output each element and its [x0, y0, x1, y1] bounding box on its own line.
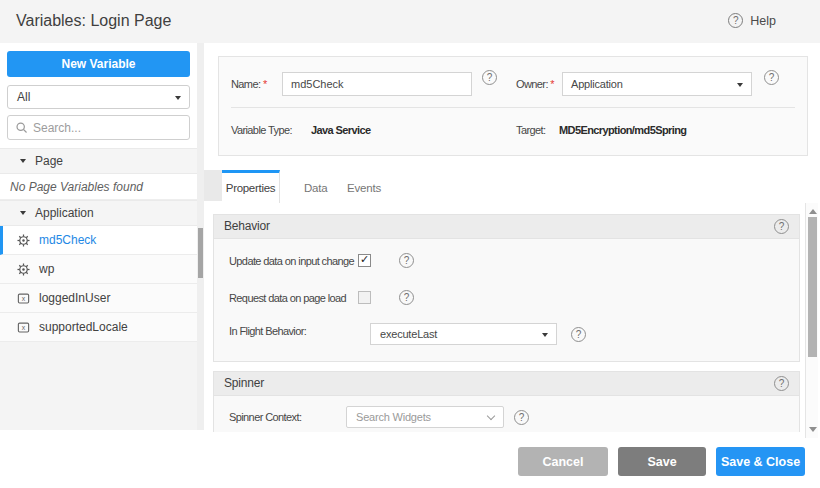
- scroll-up-icon[interactable]: [809, 209, 817, 214]
- inflight-behavior-label: In Flight Behavior:: [229, 325, 306, 337]
- request-data-help-icon[interactable]: [399, 290, 414, 305]
- spinner-section-header: Spinner: [214, 372, 799, 396]
- spinner-context-help-icon[interactable]: [514, 410, 529, 425]
- variable-item-wp[interactable]: wp: [0, 255, 197, 284]
- owner-label: Owner: *: [516, 78, 554, 90]
- spinner-context-select[interactable]: Search Widgets: [346, 406, 504, 428]
- properties-scrollbar[interactable]: [805, 203, 818, 438]
- variable-item-label: supportedLocale: [39, 320, 128, 334]
- variable-filter-select[interactable]: All: [7, 85, 190, 109]
- properties-scrollbar-thumb[interactable]: [808, 217, 817, 357]
- owner-help-icon[interactable]: [764, 70, 779, 85]
- search-input[interactable]: [33, 121, 173, 135]
- update-data-help-icon[interactable]: [399, 253, 414, 268]
- behavior-section-header: Behavior: [214, 215, 799, 239]
- request-data-label: Request data on page load: [229, 292, 346, 304]
- scroll-down-icon[interactable]: [809, 427, 817, 432]
- panel-divider: [231, 107, 795, 108]
- update-data-checkbox[interactable]: [358, 254, 371, 267]
- new-variable-button[interactable]: New Variable: [7, 51, 190, 77]
- variable-search[interactable]: [7, 115, 190, 140]
- owner-value: Application: [571, 78, 623, 90]
- model-variable-icon: x: [17, 292, 30, 305]
- owner-select[interactable]: Application: [562, 72, 752, 96]
- sidebar-scrollbar[interactable]: [197, 43, 204, 430]
- tree-group-label: Page: [35, 154, 63, 168]
- tab-properties[interactable]: Properties: [222, 170, 280, 203]
- help-icon: [728, 13, 743, 28]
- variable-item-label: wp: [39, 262, 54, 276]
- svg-text:x: x: [22, 295, 26, 302]
- save-close-button[interactable]: Save & Close: [716, 447, 805, 476]
- tree-group-label: Application: [35, 206, 94, 220]
- page-variables-empty-message: No Page Variables found: [0, 174, 197, 200]
- inflight-behavior-value: executeLast: [380, 328, 437, 340]
- spinner-context-label: Spinner Context:: [229, 411, 301, 423]
- spinner-context-placeholder: Search Widgets: [356, 411, 431, 423]
- caret-down-icon: [20, 159, 26, 163]
- variable-item-supportedlocale[interactable]: x supportedLocale: [0, 313, 197, 342]
- service-variable-icon: [17, 234, 30, 247]
- tab-events[interactable]: Events: [347, 182, 381, 194]
- variable-filter-value: All: [17, 90, 30, 104]
- name-input[interactable]: [282, 72, 472, 96]
- required-marker: *: [550, 78, 554, 90]
- sidebar-scrollbar-thumb[interactable]: [198, 228, 203, 278]
- behavior-section: Behavior Update data on input change Req…: [213, 214, 800, 362]
- spinner-section: Spinner Spinner Context: Search Widgets: [213, 371, 800, 432]
- sidebar-empty-area: [0, 342, 197, 430]
- required-marker: *: [263, 78, 267, 90]
- service-variable-icon: [17, 263, 30, 276]
- variables-dialog: Variables: Login Page Help New Variable …: [0, 0, 820, 488]
- behavior-help-icon[interactable]: [774, 219, 789, 234]
- variable-item-label: loggedInUser: [39, 291, 110, 305]
- name-help-icon[interactable]: [482, 70, 497, 85]
- tab-data[interactable]: Data: [304, 182, 328, 194]
- variable-item-loggedinuser[interactable]: x loggedInUser: [0, 284, 197, 313]
- cancel-button[interactable]: Cancel: [518, 447, 608, 476]
- model-variable-icon: x: [17, 321, 30, 334]
- svg-text:x: x: [22, 324, 26, 331]
- variable-summary-panel: Name: * Owner: * Application Variable Ty…: [218, 56, 808, 156]
- search-icon: [15, 121, 28, 134]
- update-data-label: Update data on input change: [229, 255, 354, 267]
- tree-group-application[interactable]: Application: [0, 200, 197, 226]
- dialog-header: Variables: Login Page Help: [0, 0, 820, 43]
- request-data-checkbox[interactable]: [358, 291, 371, 304]
- chevron-down-icon: [487, 412, 495, 420]
- tabbar-left-strip: [204, 170, 222, 201]
- variables-sidebar: New Variable All Page No Page Variables …: [0, 43, 197, 430]
- spinner-help-icon[interactable]: [774, 376, 789, 391]
- caret-down-icon: [20, 211, 26, 215]
- properties-scroll-area: Behavior Update data on input change Req…: [204, 203, 805, 432]
- chevron-down-icon: [542, 333, 548, 337]
- page-title: Variables: Login Page: [16, 12, 171, 30]
- help-button[interactable]: Help: [728, 13, 776, 28]
- inflight-behavior-select[interactable]: executeLast: [370, 323, 557, 345]
- save-button[interactable]: Save: [618, 447, 706, 476]
- inflight-behavior-help-icon[interactable]: [571, 327, 586, 342]
- help-label: Help: [750, 14, 776, 28]
- variable-item-label: md5Check: [39, 233, 96, 247]
- tree-group-page[interactable]: Page: [0, 148, 197, 174]
- target-label: Target:: [516, 124, 545, 136]
- variable-item-md5check[interactable]: md5Check: [0, 226, 197, 255]
- chevron-down-icon: [175, 96, 181, 100]
- variable-type-label: Variable Type:: [231, 124, 292, 136]
- chevron-down-icon: [737, 83, 743, 87]
- name-label: Name: *: [231, 78, 267, 90]
- target-value: MD5Encryption/md5Spring: [559, 124, 686, 136]
- variable-type-value: Java Service: [311, 124, 370, 136]
